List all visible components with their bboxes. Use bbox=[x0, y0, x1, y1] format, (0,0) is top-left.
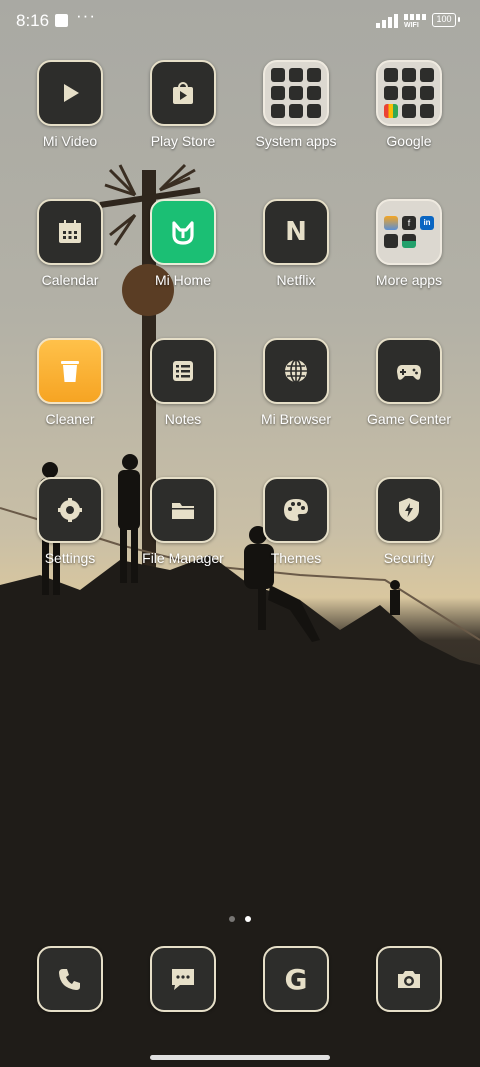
app-file-manager[interactable]: File Manager bbox=[128, 477, 238, 566]
globe-icon[interactable] bbox=[263, 338, 329, 404]
gamepad-icon[interactable] bbox=[376, 338, 442, 404]
google-icon[interactable]: G bbox=[263, 946, 329, 1012]
app-label: Notes bbox=[164, 411, 202, 427]
folder-icon[interactable]: f in bbox=[376, 199, 442, 265]
play-store-icon[interactable] bbox=[150, 60, 216, 126]
page-dot-active[interactable] bbox=[245, 916, 251, 922]
more-notifications-icon: ··· bbox=[76, 6, 96, 25]
dock-phone[interactable] bbox=[15, 946, 125, 1012]
signal-icon bbox=[376, 14, 398, 28]
home-gesture-bar[interactable] bbox=[150, 1055, 330, 1060]
app-label: Mi Home bbox=[154, 272, 211, 288]
app-label: Security bbox=[383, 550, 435, 566]
app-mi-home[interactable]: Mi Home bbox=[128, 199, 238, 288]
app-calendar[interactable]: Calendar bbox=[15, 199, 125, 288]
netflix-glyph: N bbox=[285, 217, 307, 247]
app-label: Netflix bbox=[276, 272, 316, 288]
app-label: Themes bbox=[270, 550, 322, 566]
spotify-icon bbox=[384, 234, 398, 248]
facebook-icon: f bbox=[402, 216, 416, 230]
folder-icon[interactable] bbox=[263, 60, 329, 126]
app-mini-icon bbox=[420, 86, 434, 100]
page-dot[interactable] bbox=[229, 916, 235, 922]
app-themes[interactable]: Themes bbox=[241, 477, 351, 566]
app-mini-icon bbox=[402, 86, 416, 100]
app-mini-icon bbox=[307, 68, 321, 82]
app-play-store[interactable]: Play Store bbox=[128, 60, 238, 149]
phone-icon[interactable] bbox=[37, 946, 103, 1012]
calendar-icon[interactable] bbox=[37, 199, 103, 265]
app-label: Mi Video bbox=[42, 133, 98, 149]
gear-icon[interactable] bbox=[37, 477, 103, 543]
folder-icon[interactable] bbox=[376, 60, 442, 126]
empty-slot bbox=[420, 234, 434, 248]
wifi-label: WIFI bbox=[404, 22, 419, 29]
app-mini-icon bbox=[384, 68, 398, 82]
app-label: Play Store bbox=[150, 133, 216, 149]
status-bar: 8:16 ··· WIFI 100 bbox=[0, 0, 480, 42]
app-label: More apps bbox=[375, 272, 443, 288]
app-cleaner[interactable]: Cleaner bbox=[15, 338, 125, 427]
notes-icon[interactable] bbox=[150, 338, 216, 404]
app-mini-icon bbox=[402, 234, 416, 248]
app-notes[interactable]: Notes bbox=[128, 338, 238, 427]
folder-system-apps[interactable]: System apps bbox=[241, 60, 351, 149]
app-label: Calendar bbox=[41, 272, 99, 288]
battery-icon: 100 bbox=[432, 13, 460, 27]
app-mini-icon bbox=[384, 104, 398, 118]
app-mi-video[interactable]: Mi Video bbox=[15, 60, 125, 149]
palette-icon[interactable] bbox=[263, 477, 329, 543]
dock-google[interactable]: G bbox=[241, 946, 351, 1012]
app-mini-icon bbox=[402, 68, 416, 82]
app-mini-icon bbox=[289, 104, 303, 118]
app-mini-icon bbox=[271, 86, 285, 100]
page-indicator bbox=[0, 909, 480, 927]
app-game-center[interactable]: Game Center bbox=[354, 338, 464, 427]
app-label: File Manager bbox=[142, 550, 224, 566]
app-mini-icon bbox=[420, 104, 434, 118]
app-label: Game Center bbox=[366, 411, 452, 427]
linkedin-icon: in bbox=[420, 216, 434, 230]
app-mini-icon bbox=[289, 86, 303, 100]
app-security[interactable]: Security bbox=[354, 477, 464, 566]
app-mini-icon bbox=[271, 68, 285, 82]
app-mini-icon bbox=[384, 216, 398, 230]
app-label: Settings bbox=[44, 550, 96, 566]
notification-icon bbox=[55, 14, 68, 27]
app-mini-icon bbox=[307, 104, 321, 118]
google-glyph: G bbox=[284, 962, 308, 996]
dock-messages[interactable] bbox=[128, 946, 238, 1012]
app-label: Mi Browser bbox=[260, 411, 331, 427]
camera-icon[interactable] bbox=[376, 946, 442, 1012]
app-netflix[interactable]: N Netflix bbox=[241, 199, 351, 288]
mi-home-icon[interactable] bbox=[150, 199, 216, 265]
app-mini-icon bbox=[289, 68, 303, 82]
app-settings[interactable]: Settings bbox=[15, 477, 125, 566]
app-label: Google bbox=[386, 133, 432, 149]
app-mini-icon bbox=[271, 104, 285, 118]
app-mini-icon bbox=[384, 86, 398, 100]
wifi-icon bbox=[404, 14, 426, 20]
app-label: Cleaner bbox=[45, 411, 95, 427]
folder-more-apps[interactable]: f in More apps bbox=[354, 199, 464, 288]
status-time: 8:16 bbox=[16, 11, 50, 30]
play-icon[interactable] bbox=[37, 60, 103, 126]
app-mi-browser[interactable]: Mi Browser bbox=[241, 338, 351, 427]
app-label: System apps bbox=[255, 133, 337, 149]
app-mini-icon bbox=[307, 86, 321, 100]
app-mini-icon bbox=[420, 68, 434, 82]
dock-camera[interactable] bbox=[354, 946, 464, 1012]
app-mini-icon bbox=[402, 104, 416, 118]
netflix-icon[interactable]: N bbox=[263, 199, 329, 265]
file-folder-icon[interactable] bbox=[150, 477, 216, 543]
trash-icon[interactable] bbox=[37, 338, 103, 404]
message-icon[interactable] bbox=[150, 946, 216, 1012]
folder-google[interactable]: Google bbox=[354, 60, 464, 149]
shield-icon[interactable] bbox=[376, 477, 442, 543]
